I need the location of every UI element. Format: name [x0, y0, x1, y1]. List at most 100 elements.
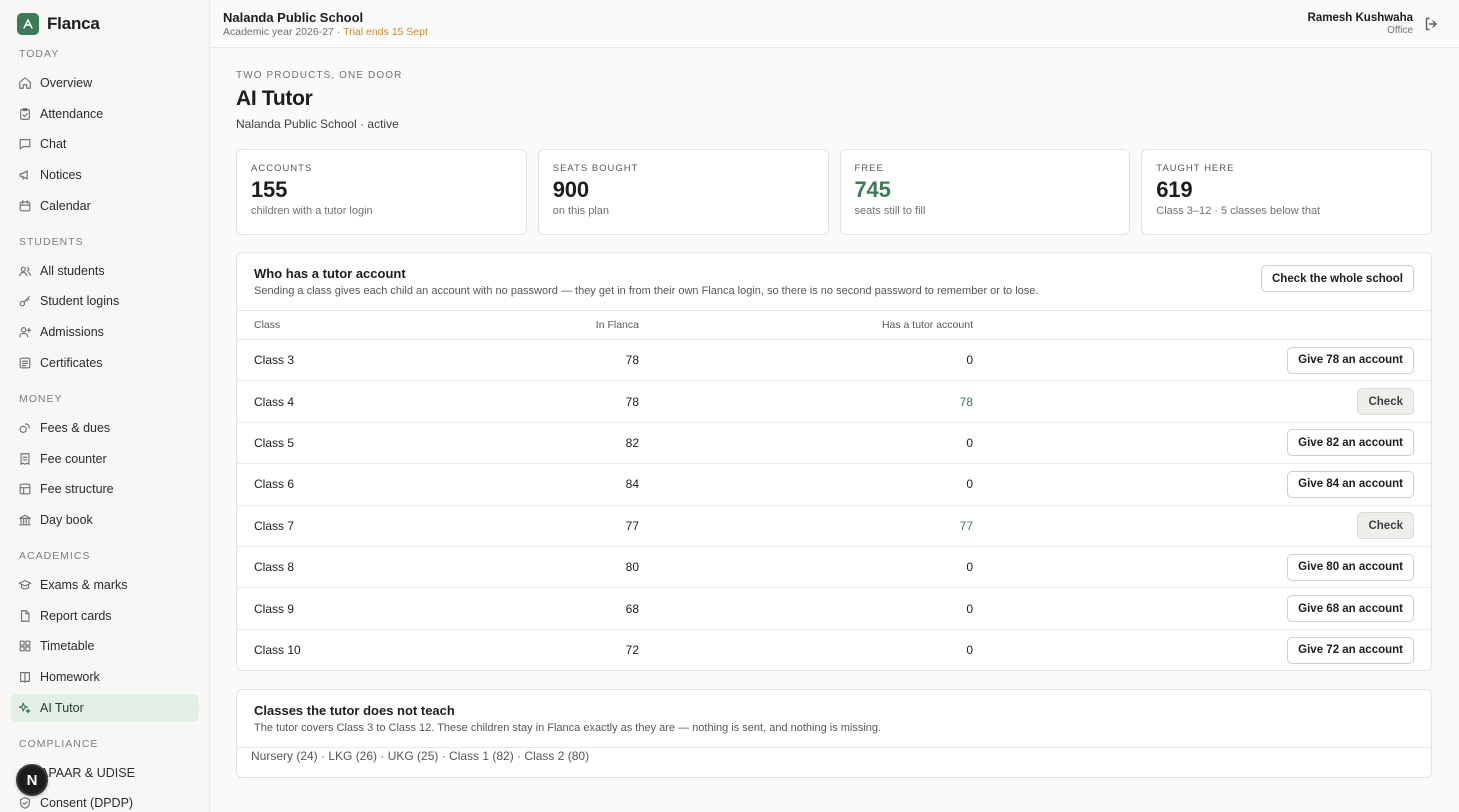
table-header: Class In Flanca Has a tutor account — [237, 311, 1431, 340]
class-name: Class 7 — [254, 518, 295, 533]
sidebar-item-label: Certificates — [40, 355, 103, 370]
brand-name: Flanca — [47, 14, 100, 33]
give-account-button[interactable]: Give 68 an account — [1287, 595, 1414, 623]
stat-card-seats-bought: Seats bought 900 on this plan — [537, 149, 829, 235]
sidebar-item-label: Fee structure — [40, 482, 114, 497]
stat-note: on this plan — [552, 205, 610, 217]
card-description: The tutor covers Class 3 to Class 12. Th… — [254, 722, 882, 734]
graduation-cap-icon — [18, 578, 32, 592]
sidebar-item-label: Timetable — [40, 639, 95, 654]
sidebar-item-student-logins[interactable]: Student logins — [11, 287, 199, 315]
sidebar-item-overview[interactable]: Overview — [11, 69, 199, 97]
check-whole-school-button[interactable]: Check the whole school — [1261, 265, 1414, 292]
sidebar-item-exams-marks[interactable]: Exams & marks — [11, 571, 199, 599]
sidebar-item-label: Fees & dues — [40, 420, 111, 435]
stats-row: Accounts 155 children with a tutor login Se… — [236, 149, 1432, 235]
sparkles-icon — [18, 701, 32, 715]
user-name: Ramesh Kushwaha — [1307, 12, 1413, 24]
row-action: Give 68 an account — [973, 595, 1431, 623]
sidebar-item-calendar[interactable]: Calendar — [11, 192, 199, 220]
sidebar-item-chat[interactable]: Chat — [11, 130, 199, 158]
not-taught-card: Classes the tutor does not teach The tut… — [236, 689, 1432, 778]
table-row: Class 9 68 0 Give 68 an account — [237, 588, 1431, 630]
user-menu[interactable]: Ramesh Kushwaha Office — [1308, 12, 1413, 36]
stat-label: Seats bought — [552, 163, 639, 174]
row-action: Give 84 an account — [973, 470, 1431, 498]
sidebar-nav: Today Overview Attendance Chat Notices Calend… — [0, 42, 209, 812]
trial-notice: Trial ends 15 Sept — [343, 26, 428, 38]
has-account-count: 0 — [966, 601, 973, 616]
row-action: Give 80 an account — [973, 553, 1431, 581]
logout-icon[interactable] — [1423, 16, 1439, 32]
in-flanca-count: 68 — [625, 601, 639, 616]
sidebar-item-timetable[interactable]: Timetable — [11, 632, 199, 660]
give-account-button[interactable]: Give 82 an account — [1287, 429, 1414, 457]
sidebar-item-label: Day book — [40, 512, 93, 527]
avatar[interactable]: N — [16, 764, 48, 796]
brand[interactable]: Flanca — [17, 13, 100, 35]
page-subtitle: Nalanda Public School · active — [236, 117, 399, 131]
stat-value: 619 — [1156, 177, 1193, 202]
nav-section-today: Today — [19, 48, 60, 60]
sidebar-item-day-book[interactable]: Day book — [11, 506, 199, 534]
sidebar-item-all-students[interactable]: All students — [11, 257, 199, 285]
sidebar-item-attendance[interactable]: Attendance — [11, 100, 199, 128]
sidebar-item-label: Chat — [40, 137, 67, 152]
sidebar-item-label: Overview — [40, 76, 93, 90]
sidebar-item-label: AI Tutor — [40, 700, 84, 715]
nav-section-academics: Academics — [19, 549, 91, 562]
in-flanca-count: 77 — [625, 518, 639, 533]
sidebar-item-fees-dues[interactable]: Fees & dues — [11, 414, 199, 442]
page-title: AI Tutor — [236, 87, 313, 110]
sidebar-item-label: Student logins — [40, 294, 120, 309]
sidebar-item-notices[interactable]: Notices — [11, 161, 199, 189]
in-flanca-count: 72 — [625, 643, 639, 658]
sidebar-item-report-cards[interactable]: Report cards — [11, 602, 199, 630]
table-row: Class 5 82 0 Give 82 an account — [237, 423, 1431, 465]
class-name: Class 9 — [254, 601, 295, 616]
bank-icon — [18, 513, 32, 527]
sidebar-item-label: Exams & marks — [40, 577, 128, 592]
give-account-button[interactable]: Give 78 an account — [1287, 346, 1414, 374]
sidebar-item-label: Notices — [40, 168, 82, 183]
calendar-icon — [18, 199, 32, 213]
stat-note: seats still to fill — [854, 205, 926, 217]
coins-icon — [18, 421, 32, 435]
sidebar-item-label: Calendar — [40, 198, 91, 213]
row-action: Check — [973, 388, 1431, 416]
give-account-button[interactable]: Give 80 an account — [1287, 553, 1414, 581]
top-bar: Nalanda Public School Academic year 2026… — [210, 0, 1459, 48]
give-account-button[interactable]: Give 84 an account — [1287, 470, 1414, 498]
home-icon — [18, 76, 32, 90]
clipboard-check-icon — [18, 107, 32, 121]
sidebar-item-fee-counter[interactable]: Fee counter — [11, 445, 199, 473]
has-account-count: 78 — [959, 394, 973, 409]
column-class: Class — [254, 319, 281, 331]
has-account-count: 77 — [959, 518, 973, 533]
sidebar-item-admissions[interactable]: Admissions — [11, 318, 199, 346]
row-action: Give 82 an account — [973, 429, 1431, 457]
sidebar-item-homework[interactable]: Homework — [11, 663, 199, 691]
sidebar-item-certificates[interactable]: Certificates — [11, 349, 199, 377]
shield-check-icon — [18, 796, 32, 810]
class-name: Class 4 — [254, 394, 295, 409]
sidebar-item-label: Admissions — [40, 325, 104, 340]
check-button[interactable]: Check — [1357, 388, 1414, 416]
column-has-account: Has a tutor account — [881, 319, 973, 331]
give-account-button[interactable]: Give 72 an account — [1287, 636, 1414, 664]
stat-note: Class 3–12 · 5 classes below that — [1156, 205, 1321, 217]
grid-icon — [18, 639, 32, 653]
class-name: Class 10 — [254, 643, 301, 658]
sidebar-item-label: Consent (DPDP) — [40, 796, 134, 811]
nav-section-students: Students — [19, 235, 84, 248]
in-flanca-count: 78 — [625, 394, 639, 409]
has-account-count: 0 — [966, 435, 973, 450]
card-header: Who has a tutor account Sending a class … — [237, 253, 1431, 311]
stat-value: 745 — [854, 177, 891, 202]
page-eyebrow: Two products, one door — [236, 70, 403, 81]
stat-label: Free — [854, 163, 884, 174]
sidebar-item-ai-tutor[interactable]: AI Tutor — [11, 693, 199, 722]
check-button[interactable]: Check — [1357, 512, 1414, 540]
sidebar-item-fee-structure[interactable]: Fee structure — [11, 475, 199, 503]
book-icon — [18, 670, 32, 684]
